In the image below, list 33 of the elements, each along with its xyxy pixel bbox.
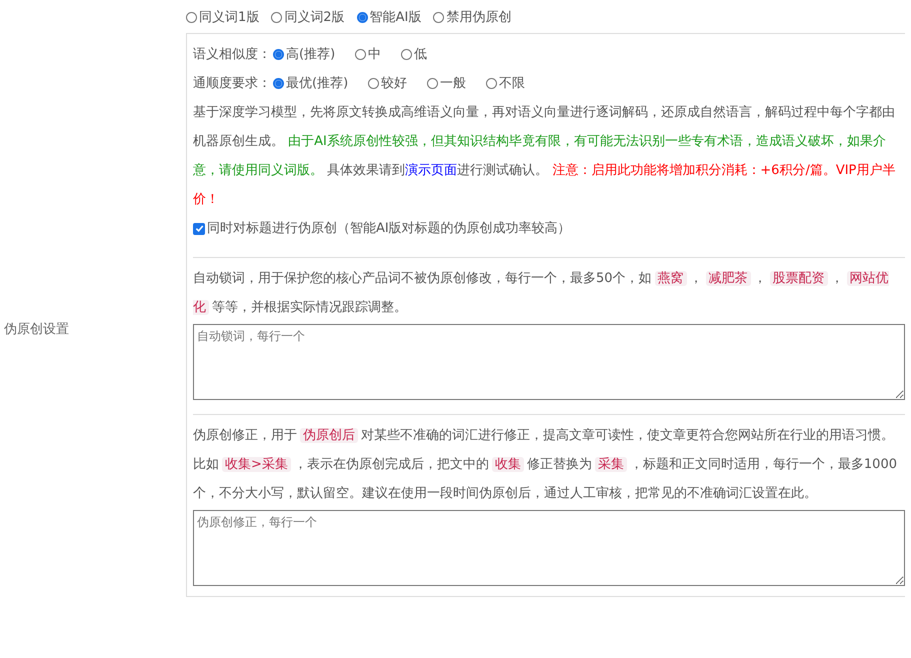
mode-option[interactable]: 禁用伪原创 — [433, 8, 512, 26]
lock-words-field[interactable]: 自动锁词，每行一个 — [193, 324, 905, 400]
section-label: 伪原创设置 — [4, 321, 69, 338]
radio-option[interactable]: 最优(推荐) — [273, 69, 348, 98]
checkbox[interactable] — [193, 222, 205, 234]
radio-button[interactable] — [273, 49, 284, 60]
option-label: 语义相似度： — [193, 46, 271, 64]
radio-button[interactable] — [355, 49, 366, 60]
mode-option[interactable]: 同义词1版 — [186, 8, 260, 26]
radio-button[interactable] — [271, 12, 282, 22]
radio-button[interactable] — [273, 78, 284, 89]
radio-button[interactable] — [401, 49, 412, 60]
option-label: 通顺度要求： — [193, 75, 271, 93]
radio-option[interactable]: 低 — [401, 40, 428, 69]
lock-words-description: 自动锁词，用于保护您的核心产品词不被伪原创修改，每行一个，最多50个，如 燕窝 ， 减肥茶 ， 股票配资 ， 网站优化 等等，并根据实际情况跟踪调整。 — [193, 270, 890, 317]
corrections-description: 伪原创修正，用于 伪原创后 对某些不准确的词汇进行修正，提高文章可读性，使文章更符合您网站所在行业的用语习惯。比如 收集>采集 ，表示在伪原创完成后，把文中的 收集 修正替换为 采集 ，标题和正文同时适用，每行一个，最多1000个，不分大小写，默认留空。建议在使用一段时间伪原创后，通过人工审核，把常见的不准确词汇设置在此。 — [193, 427, 898, 503]
mode-option[interactable]: 智能AI版 — [356, 8, 422, 26]
ai-description: 基于深度学习模型，先将原文转换成高维语义向量，再对语义向量进行逐词解码，还原成自然语言，解码过程中每个字都由机器原创生成。 由于AI系统原创性较强，但其知识结构毕竟有限，有可能无法识别一些专有术语，造成语义破坏，如果介意，请使用同义词版。 具体效果请到演示页面进行测试确认。 注意：启用此功能将增加积分消耗：+6积分/篇。VIP用户半价！ — [193, 104, 896, 209]
radio-button[interactable] — [427, 78, 438, 89]
radio-option[interactable]: 一般 — [427, 69, 466, 98]
radio-button[interactable] — [356, 12, 368, 22]
radio-button[interactable] — [368, 78, 380, 89]
title-option[interactable]: 同时对标题进行伪原创（智能AI版对标题的伪原创成功率较高） — [193, 214, 905, 243]
radio-option[interactable]: 中 — [355, 40, 382, 69]
corrections-field[interactable]: 伪原创修正，每行一个 — [193, 510, 905, 586]
demo-page-link[interactable]: 演示页面 — [405, 163, 458, 178]
radio-option[interactable]: 不限 — [486, 69, 526, 98]
radio-button[interactable] — [433, 12, 444, 22]
radio-button[interactable] — [486, 78, 498, 89]
radio-option[interactable]: 较好 — [368, 69, 408, 98]
radio-button[interactable] — [186, 12, 197, 22]
radio-option[interactable]: 高(推荐) — [273, 40, 336, 69]
mode-option[interactable]: 同义词2版 — [271, 8, 345, 26]
